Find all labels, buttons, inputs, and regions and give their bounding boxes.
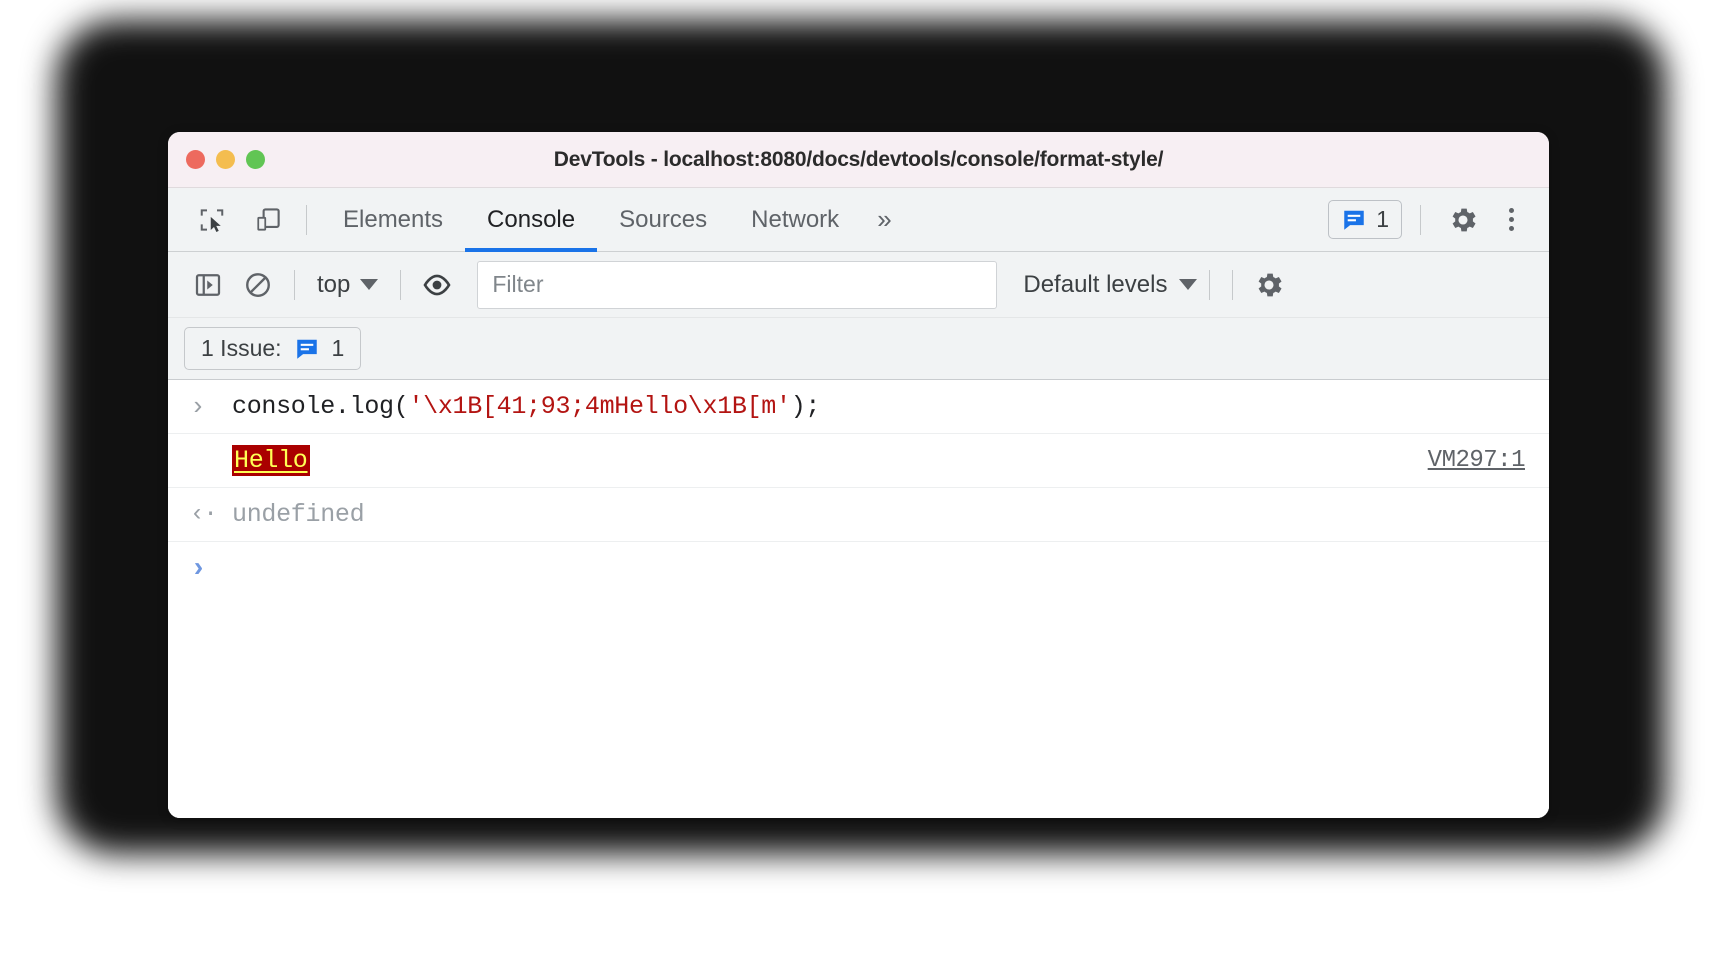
kebab-menu-icon[interactable] — [1491, 200, 1531, 240]
traffic-light-buttons — [168, 150, 265, 169]
toolbar-divider-4 — [1232, 269, 1234, 300]
tab-network[interactable]: Network — [729, 188, 861, 251]
panel-tabs: Elements Console Sources Network » — [321, 188, 908, 252]
more-tabs-icon[interactable]: » — [861, 204, 907, 235]
log-levels-label: Default levels — [1023, 270, 1168, 298]
inspect-element-icon[interactable] — [188, 198, 236, 242]
close-window-button[interactable] — [186, 150, 205, 169]
execution-context-dropdown[interactable]: top — [307, 271, 388, 299]
execution-context-label: top — [317, 270, 351, 298]
device-toolbar-icon[interactable] — [244, 198, 292, 242]
live-expression-eye-icon[interactable] — [413, 263, 461, 307]
issues-summary-label: 1 Issue: — [201, 335, 282, 361]
devtools-window: DevTools - localhost:8080/docs/devtools/… — [168, 132, 1549, 818]
console-output-row: Hello VM297:1 — [168, 434, 1549, 488]
issues-badge-button[interactable]: 1 — [1328, 200, 1402, 239]
gear-icon[interactable] — [1439, 198, 1487, 242]
tab-elements[interactable]: Elements — [321, 188, 465, 251]
issues-strip: 1 Issue: 1 — [168, 318, 1549, 380]
console-sidebar-icon[interactable] — [184, 263, 232, 307]
console-result-row: ‹· undefined — [168, 488, 1549, 542]
clear-console-icon[interactable] — [234, 263, 282, 307]
console-empty-area[interactable] — [168, 598, 1549, 818]
console-output-text: Hello — [232, 445, 310, 476]
minimize-window-button[interactable] — [216, 150, 235, 169]
source-location-link[interactable]: VM297:1 — [1428, 447, 1526, 474]
tabbar-right-divider — [1420, 204, 1421, 235]
console-settings-gear-icon[interactable] — [1245, 263, 1293, 307]
issues-speech-bubble-icon — [1344, 210, 1364, 230]
result-marker: ‹· — [190, 500, 232, 528]
chevron-down-icon — [360, 279, 379, 290]
console-messages-list[interactable]: › console.log('\x1B[41;93;4mHello\x1B[m'… — [168, 380, 1549, 818]
chevron-right-icon: › — [190, 391, 206, 422]
devtools-tabbar: Elements Console Sources Network » 1 — [168, 188, 1549, 252]
prompt-marker: › — [190, 556, 232, 584]
tab-console[interactable]: Console — [465, 188, 598, 252]
code-suffix: ); — [790, 392, 821, 421]
issues-count: 1 — [1376, 206, 1389, 232]
console-input-code: console.log('\x1B[41;93;4mHello\x1B[m'); — [232, 392, 820, 421]
toolbar-divider-1 — [294, 269, 295, 300]
console-toolbar: top Default levels — [168, 252, 1549, 318]
screenshot-stage: DevTools - localhost:8080/docs/devtools/… — [0, 0, 1722, 974]
issues-speech-bubble-icon — [296, 339, 317, 359]
code-prefix: console.log( — [232, 392, 409, 421]
zoom-window-button[interactable] — [246, 150, 265, 169]
issues-summary-chip[interactable]: 1 Issue: 1 — [184, 327, 362, 370]
issues-summary-count: 1 — [331, 335, 345, 361]
filter-input[interactable] — [477, 260, 998, 309]
code-string-literal: '\x1B[41;93;4mHello\x1B[m' — [408, 392, 791, 421]
tabbar-divider — [306, 204, 307, 235]
window-titlebar: DevTools - localhost:8080/docs/devtools/… — [168, 132, 1549, 188]
window-title: DevTools - localhost:8080/docs/devtools/… — [553, 147, 1164, 171]
log-levels-dropdown[interactable]: Default levels — [1023, 270, 1198, 299]
tab-sources[interactable]: Sources — [597, 188, 729, 251]
console-result-value: undefined — [232, 500, 365, 529]
chevron-down-icon — [1179, 279, 1198, 290]
console-input-row: › console.log('\x1B[41;93;4mHello\x1B[m'… — [168, 380, 1549, 434]
chevron-right-icon: › — [190, 554, 207, 585]
toolbar-divider-3 — [1209, 269, 1211, 300]
console-prompt-row[interactable]: › — [168, 542, 1549, 598]
toolbar-divider-2 — [400, 269, 402, 300]
input-marker: › — [190, 394, 232, 420]
chevron-left-icon: ‹· — [190, 500, 218, 528]
